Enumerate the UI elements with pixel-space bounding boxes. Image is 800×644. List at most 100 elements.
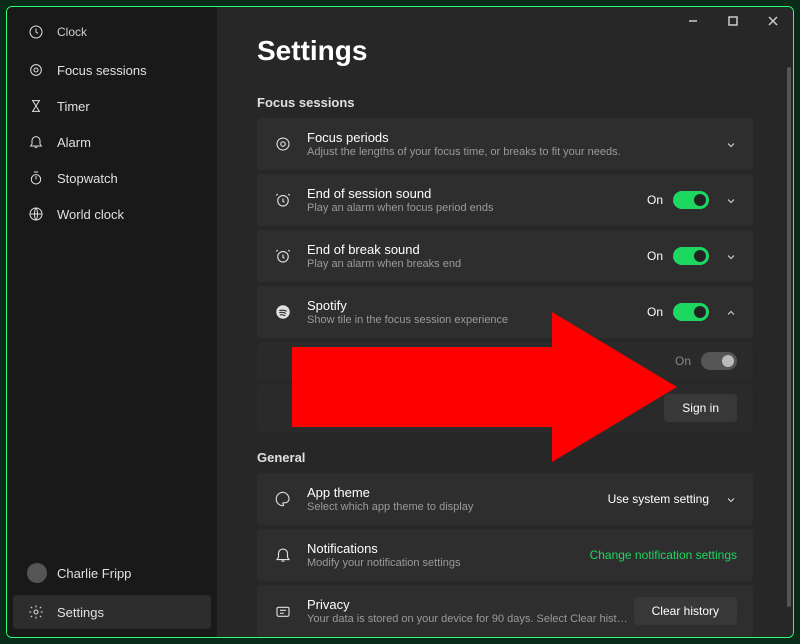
toggle-end-break[interactable] [673, 247, 709, 265]
maximize-button[interactable] [713, 7, 753, 35]
card-sub: Automatically start music when starting … [297, 355, 675, 369]
sidebar-label: World clock [57, 207, 124, 222]
card-right [719, 138, 737, 150]
sidebar-item-settings[interactable]: Settings [13, 595, 211, 629]
sidebar-item-timer[interactable]: Timer [13, 89, 211, 123]
card-app-theme[interactable]: App theme Select which app theme to disp… [257, 473, 753, 525]
notifications-link[interactable]: Change notification settings [590, 548, 737, 562]
card-body: App theme Select which app theme to disp… [307, 485, 608, 513]
chevron-down-icon[interactable] [725, 138, 737, 150]
content: Settings Focus sessions Focus periods Ad… [217, 7, 793, 637]
card-notifications[interactable]: Notifications Modify your notification s… [257, 529, 753, 581]
sidebar-label: Timer [57, 99, 90, 114]
card-title: Spotify [307, 298, 647, 313]
card-sub: Play an alarm when breaks end [307, 258, 647, 270]
toggle-state: On [647, 249, 663, 263]
sidebar-item-alarm[interactable]: Alarm [13, 125, 211, 159]
sidebar-label: Settings [57, 605, 104, 620]
focus-icon [27, 61, 45, 79]
sidebar: Clock Focus sessions Timer Alarm Stopwat… [7, 7, 217, 637]
sidebar-top: Clock Focus sessions Timer Alarm Stopwat… [7, 13, 217, 553]
focus-periods-icon [273, 134, 293, 154]
sidebar-label: Alarm [57, 135, 91, 150]
card-right: Clear history [634, 597, 737, 625]
gear-icon [27, 603, 45, 621]
card-body: Privacy Your data is stored on your devi… [307, 597, 634, 625]
section-focus-label: Focus sessions [257, 95, 753, 110]
user-row[interactable]: Charlie Fripp [13, 555, 211, 591]
card-body: Spotify Show tile in the focus session e… [307, 298, 647, 326]
sign-in-button[interactable]: Sign in [664, 394, 737, 422]
close-button[interactable] [753, 7, 793, 35]
main-panel: Settings Focus sessions Focus periods Ad… [217, 7, 793, 637]
card-right: Use system setting [608, 492, 737, 506]
card-title: Notifications [307, 541, 590, 556]
minimize-button[interactable] [673, 7, 713, 35]
card-sub: Show tile in the focus session experienc… [307, 314, 647, 326]
toggle-state: On [647, 193, 663, 207]
app-name: Clock [57, 25, 87, 39]
card-right: On [647, 303, 737, 321]
card-right: On [675, 352, 737, 370]
bell-icon [273, 545, 293, 565]
sidebar-item-stopwatch[interactable]: Stopwatch [13, 161, 211, 195]
spotify-icon [273, 302, 293, 322]
user-name: Charlie Fripp [57, 566, 131, 581]
card-title: End of session sound [307, 186, 647, 201]
chevron-down-icon[interactable] [725, 493, 737, 505]
sidebar-label: Focus sessions [57, 63, 147, 78]
card-body: Focus periods Adjust the lengths of your… [307, 130, 719, 158]
card-body: End of session sound Play an alarm when … [307, 186, 647, 214]
toggle-spotify-auto[interactable] [701, 352, 737, 370]
sidebar-item-focus-sessions[interactable]: Focus sessions [13, 53, 211, 87]
avatar [27, 563, 47, 583]
card-sub: Select which app theme to display [307, 501, 608, 513]
page-title: Settings [257, 35, 753, 67]
card-sub: Play an alarm when focus period ends [307, 202, 647, 214]
toggle-state: On [647, 305, 663, 319]
chevron-down-icon[interactable] [725, 194, 737, 206]
card-body: End of break sound Play an alarm when br… [307, 242, 647, 270]
card-right: On [647, 247, 737, 265]
card-sub: Adjust the lengths of your focus time, o… [307, 146, 719, 158]
stopwatch-icon [27, 169, 45, 187]
toggle-end-session[interactable] [673, 191, 709, 209]
alarm-clock-icon [273, 190, 293, 210]
chevron-down-icon[interactable] [725, 250, 737, 262]
scrollbar[interactable] [787, 67, 791, 607]
section-general-label: General [257, 450, 753, 465]
card-right: Sign in [664, 394, 737, 422]
timer-icon [27, 97, 45, 115]
clock-app-icon [27, 23, 45, 41]
sidebar-item-world-clock[interactable]: World clock [13, 197, 211, 231]
titlebar [673, 7, 793, 35]
theme-icon [273, 489, 293, 509]
alarm-clock-icon [273, 246, 293, 266]
card-body: Automatically start music when starting … [297, 354, 675, 369]
card-end-session-sound[interactable]: End of session sound Play an alarm when … [257, 174, 753, 226]
app-title-row: Clock [13, 15, 211, 49]
theme-value: Use system setting [608, 492, 709, 506]
card-title: Focus periods [307, 130, 719, 145]
privacy-icon [273, 601, 293, 621]
card-body: Notifications Modify your notification s… [307, 541, 590, 569]
clear-history-button[interactable]: Clear history [634, 597, 737, 625]
card-title: App theme [307, 485, 608, 500]
toggle-state: On [675, 354, 691, 368]
app-window: Clock Focus sessions Timer Alarm Stopwat… [6, 6, 794, 638]
card-spotify-signin: Sign in [257, 384, 753, 432]
alarm-icon [27, 133, 45, 151]
card-focus-periods[interactable]: Focus periods Adjust the lengths of your… [257, 118, 753, 170]
card-right: Change notification settings [590, 548, 737, 562]
card-end-break-sound[interactable]: End of break sound Play an alarm when br… [257, 230, 753, 282]
card-privacy[interactable]: Privacy Your data is stored on your devi… [257, 585, 753, 637]
card-spotify[interactable]: Spotify Show tile in the focus session e… [257, 286, 753, 338]
card-right: On [647, 191, 737, 209]
card-title: End of break sound [307, 242, 647, 257]
chevron-up-icon[interactable] [725, 306, 737, 318]
toggle-spotify[interactable] [673, 303, 709, 321]
card-sub: Modify your notification settings [307, 557, 590, 569]
card-title: Privacy [307, 597, 634, 612]
card-spotify-auto: Automatically start music when starting … [257, 342, 753, 380]
sidebar-label: Stopwatch [57, 171, 118, 186]
